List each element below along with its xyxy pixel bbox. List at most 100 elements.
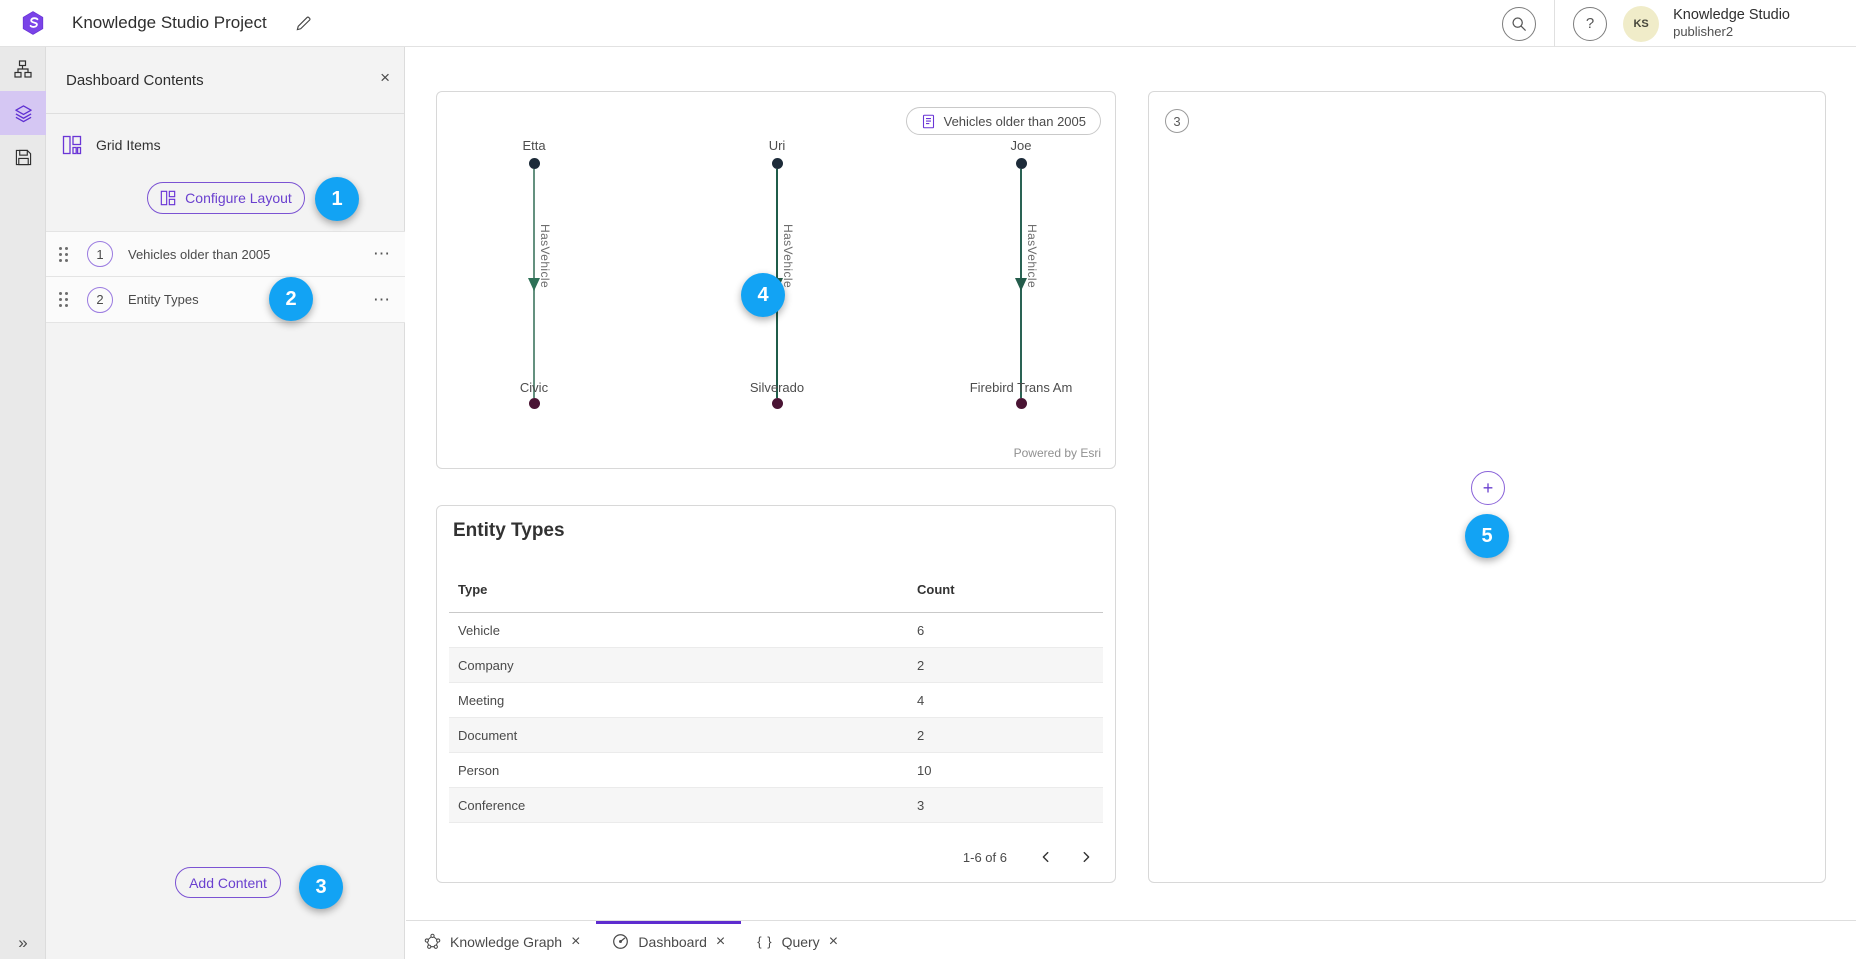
chevron-right-icon	[1079, 850, 1093, 864]
graph-node-label[interactable]: Civic	[454, 380, 614, 395]
header-divider	[1554, 0, 1555, 47]
cell-type: Company	[458, 658, 917, 673]
pagination-range: 1-6 of 6	[963, 850, 1007, 865]
rail-item-hierarchy[interactable]	[0, 47, 46, 91]
close-panel-icon[interactable]: ×	[380, 69, 390, 86]
graph-node-label[interactable]: Joe	[941, 138, 1101, 153]
entity-types-table: Type Count Vehicle 6 Company 2 Meeting 4…	[449, 566, 1103, 823]
tab-dashboard[interactable]: Dashboard ×	[596, 921, 741, 959]
graph-node-label[interactable]: Uri	[697, 138, 857, 153]
rail-item-save[interactable]	[0, 135, 46, 179]
account-name: Knowledge Studio	[1673, 7, 1790, 24]
table-row[interactable]: Person 10	[449, 753, 1103, 788]
knowledge-graph-icon	[424, 933, 441, 950]
account-username: publisher2	[1673, 24, 1790, 40]
graph-node-dot[interactable]	[529, 398, 540, 409]
graph-node-dot[interactable]	[1016, 398, 1027, 409]
cell-type: Conference	[458, 798, 917, 813]
panel-header: Dashboard Contents ×	[46, 47, 404, 114]
graph-edge-label: HasVehicle	[538, 224, 552, 288]
help-button[interactable]: ?	[1573, 7, 1607, 41]
callout-badge-3: 3	[299, 865, 343, 909]
graph-edge-label: HasVehicle	[1025, 224, 1039, 288]
add-content-button[interactable]: Add Content	[175, 867, 281, 898]
close-tab-icon[interactable]: ×	[571, 934, 580, 950]
dashboard-gauge-icon	[612, 933, 629, 950]
question-icon: ?	[1586, 15, 1594, 32]
edit-title-icon[interactable]	[295, 15, 312, 32]
grid-item-row-entity-types[interactable]: 2 Entity Types ⋯	[46, 277, 405, 323]
callout-badge-5: 5	[1465, 514, 1509, 558]
item-options-icon[interactable]: ⋯	[373, 290, 391, 310]
item-options-icon[interactable]: ⋯	[373, 244, 391, 264]
table-row[interactable]: Company 2	[449, 648, 1103, 683]
graph-filter-pill[interactable]: Vehicles older than 2005	[906, 107, 1101, 135]
table-row[interactable]: Conference 3	[449, 788, 1103, 823]
graph-node-dot[interactable]	[1016, 158, 1027, 169]
hierarchy-icon	[14, 60, 32, 78]
graph-column-joe: Joe HasVehicle Firebird Trans Am	[941, 132, 1101, 467]
table-title: Entity Types	[453, 520, 565, 542]
item-label: Vehicles older than 2005	[128, 247, 270, 262]
graph-node-dot[interactable]	[772, 158, 783, 169]
cell-count: 6	[917, 623, 1094, 638]
table-row[interactable]: Vehicle 6	[449, 613, 1103, 648]
cell-count: 2	[917, 728, 1094, 743]
table-row[interactable]: Meeting 4	[449, 683, 1103, 718]
account-info[interactable]: Knowledge Studio publisher2	[1673, 7, 1790, 40]
chevron-left-icon	[1039, 850, 1053, 864]
page-title: Knowledge Studio Project	[72, 13, 267, 33]
cell-type: Document	[458, 728, 917, 743]
grid-item-row-vehicles[interactable]: 1 Vehicles older than 2005 ⋯	[46, 231, 405, 277]
tab-label: Dashboard	[638, 934, 707, 950]
grid-layout-icon	[62, 135, 82, 155]
drag-handle-icon[interactable]	[59, 247, 68, 262]
cell-type: Person	[458, 763, 917, 778]
empty-grid-panel: 3 +	[1148, 91, 1826, 883]
graph-node-label[interactable]: Etta	[454, 138, 614, 153]
expand-panel-icon[interactable]: »	[0, 933, 46, 953]
grid-items-section: Grid Items	[46, 132, 161, 158]
grid-items-label: Grid Items	[96, 137, 161, 153]
cell-type: Meeting	[458, 693, 917, 708]
rail-item-layers[interactable]	[0, 91, 46, 135]
cell-type: Vehicle	[458, 623, 917, 638]
item-number-badge: 2	[87, 287, 113, 313]
column-header-type[interactable]: Type	[458, 582, 917, 597]
callout-badge-1: 1	[315, 177, 359, 221]
previous-page-button[interactable]	[1033, 844, 1059, 870]
graph-node-label[interactable]: Firebird Trans Am	[941, 380, 1101, 395]
cell-count: 10	[917, 763, 1094, 778]
graph-node-dot[interactable]	[772, 398, 783, 409]
search-button[interactable]	[1502, 7, 1536, 41]
graph-column-etta: Etta HasVehicle Civic	[454, 132, 614, 467]
next-page-button[interactable]	[1073, 844, 1099, 870]
document-icon	[921, 114, 936, 129]
esri-attribution: Powered by Esri	[1014, 446, 1101, 460]
callout-badge-4: 4	[741, 273, 785, 317]
close-tab-icon[interactable]: ×	[829, 934, 838, 950]
tab-query[interactable]: { } Query ×	[741, 921, 854, 959]
left-icon-rail: »	[0, 47, 46, 959]
add-widget-button[interactable]: +	[1471, 471, 1505, 505]
table-pagination: 1-6 of 6	[963, 844, 1099, 870]
save-icon	[15, 149, 32, 166]
table-header-row: Type Count	[449, 566, 1103, 613]
search-icon	[1511, 16, 1527, 32]
table-row[interactable]: Document 2	[449, 718, 1103, 753]
tab-knowledge-graph[interactable]: Knowledge Graph ×	[408, 921, 596, 959]
column-header-count[interactable]: Count	[917, 582, 1094, 597]
layout-icon	[160, 190, 176, 206]
close-tab-icon[interactable]: ×	[716, 934, 725, 950]
item-label: Entity Types	[128, 292, 199, 307]
configure-layout-button[interactable]: Configure Layout	[147, 182, 305, 214]
graph-filter-label: Vehicles older than 2005	[944, 114, 1086, 129]
avatar[interactable]: KS	[1623, 6, 1659, 42]
panel-number-badge: 3	[1165, 109, 1189, 133]
graph-node-label[interactable]: Silverado	[697, 380, 857, 395]
drag-handle-icon[interactable]	[59, 292, 68, 307]
tab-label: Knowledge Graph	[450, 934, 562, 950]
app-header: Knowledge Studio Project ? KS Knowledge …	[0, 0, 1856, 47]
graph-node-dot[interactable]	[529, 158, 540, 169]
graph-edge-label: HasVehicle	[781, 224, 795, 288]
